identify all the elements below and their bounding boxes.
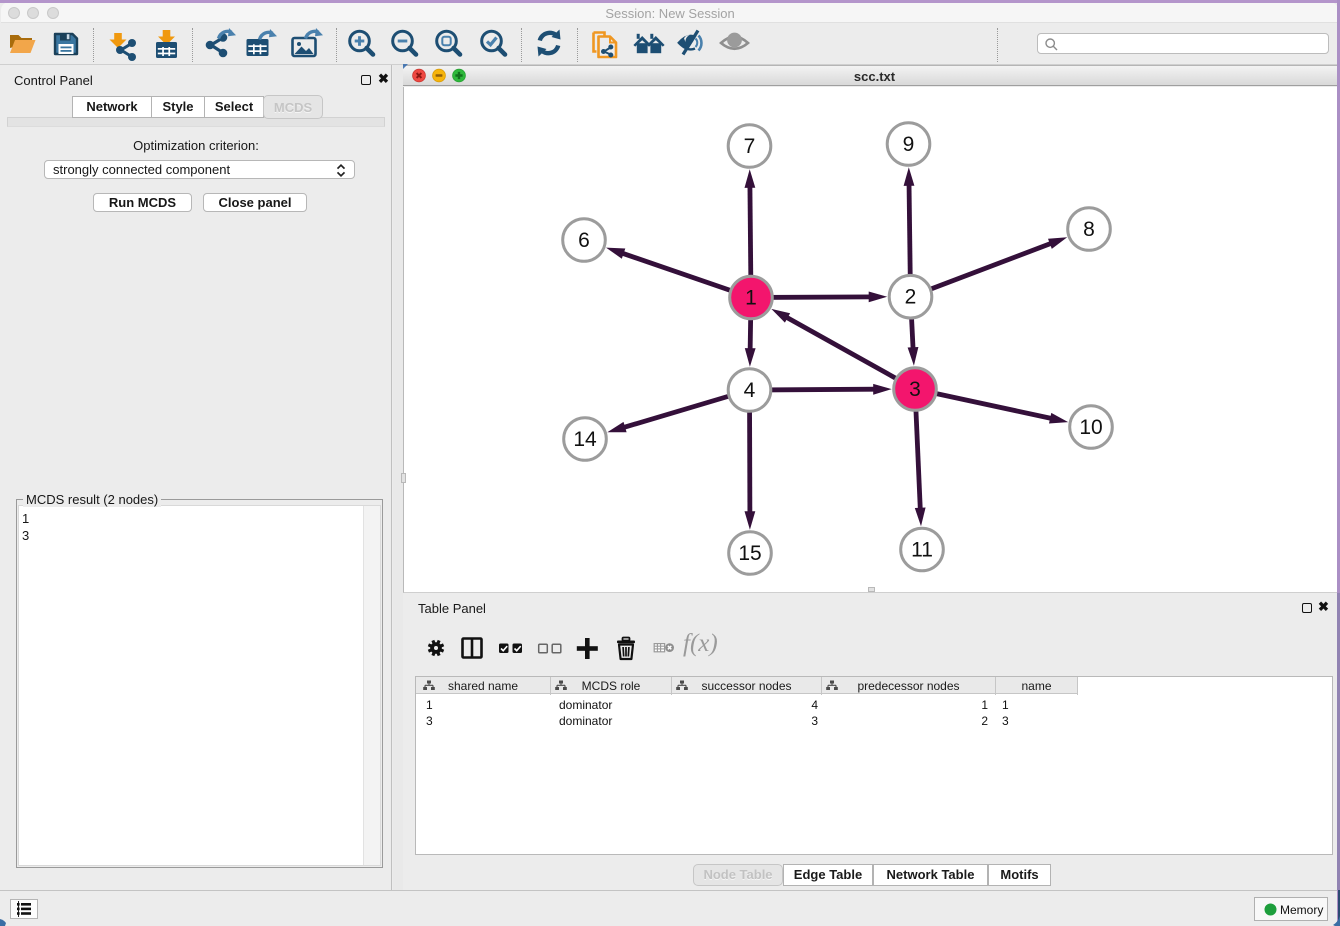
svg-text:4: 4: [744, 379, 756, 402]
svg-text:7: 7: [744, 135, 756, 158]
svg-text:10: 10: [1079, 416, 1102, 439]
svg-text:11: 11: [911, 539, 933, 562]
svg-text:14: 14: [573, 428, 597, 451]
svg-text:9: 9: [903, 133, 915, 156]
svg-text:2: 2: [905, 286, 917, 309]
svg-text:8: 8: [1083, 218, 1095, 241]
svg-text:3: 3: [909, 378, 921, 401]
svg-text:1: 1: [745, 287, 757, 310]
svg-text:6: 6: [578, 229, 590, 252]
svg-text:15: 15: [738, 542, 761, 565]
